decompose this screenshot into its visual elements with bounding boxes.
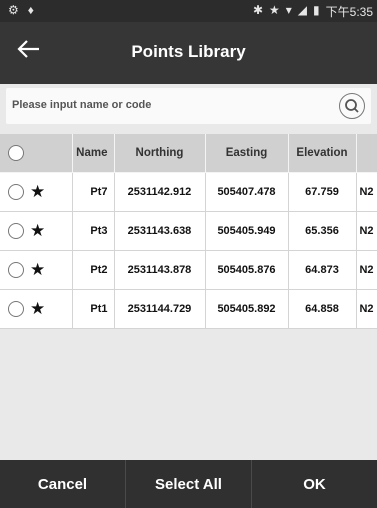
app-bar: Points Library	[0, 22, 377, 84]
select-all-radio[interactable]	[0, 134, 73, 173]
signal-icon: ◢	[297, 3, 308, 17]
cell-elevation: 64.858	[288, 289, 357, 329]
column-header-easting: Easting	[205, 134, 289, 173]
column-header-extra	[356, 134, 377, 173]
status-time: 下午5:35	[325, 5, 373, 19]
search-bar[interactable]: Please input name or code	[6, 88, 371, 124]
cell-extra: N2	[356, 250, 377, 290]
bottom-action-bar: Cancel Select All OK	[0, 460, 377, 508]
table-row[interactable]: ★ Pt3 2531143.638 505405.949 65.356 N2	[0, 211, 377, 251]
wifi-icon: ▾	[285, 3, 292, 17]
cell-name: Pt1	[72, 289, 115, 329]
cell-northing: 2531144.729	[114, 289, 206, 329]
search-input[interactable]: Please input name or code	[12, 99, 151, 111]
star-icon: ★	[30, 260, 46, 279]
cell-extra: N2	[356, 289, 377, 329]
cell-elevation: 64.873	[288, 250, 357, 290]
row-select[interactable]: ★	[0, 250, 73, 290]
star-icon: ★	[30, 182, 46, 201]
bluetooth-icon: ✱	[252, 3, 263, 17]
cell-northing: 2531143.638	[114, 211, 206, 251]
search-icon[interactable]	[339, 93, 365, 119]
cell-easting: 505405.876	[205, 250, 289, 290]
row-select[interactable]: ★	[0, 289, 73, 329]
cell-easting: 505407.478	[205, 172, 289, 212]
row-select[interactable]: ★	[0, 211, 73, 251]
table-header: Name Northing Easting Elevation	[0, 134, 377, 173]
radio-button[interactable]	[8, 301, 24, 317]
cell-name: Pt7	[72, 172, 115, 212]
cell-name: Pt3	[72, 211, 115, 251]
radio-button[interactable]	[8, 262, 24, 278]
star-icon: ★	[30, 299, 46, 318]
cell-easting: 505405.892	[205, 289, 289, 329]
table-row[interactable]: ★ Pt2 2531143.878 505405.876 64.873 N2	[0, 250, 377, 290]
cell-name: Pt2	[72, 250, 115, 290]
star-icon: ★	[30, 221, 46, 240]
settings-icon: ⚙	[8, 3, 19, 17]
cell-extra: N2	[356, 211, 377, 251]
star-icon: ★	[269, 3, 280, 17]
cell-northing: 2531142.912	[114, 172, 206, 212]
location-icon: ♦	[27, 3, 34, 17]
column-header-name: Name	[72, 134, 115, 173]
radio-button[interactable]	[8, 184, 24, 200]
cell-extra: N2	[356, 172, 377, 212]
ok-button[interactable]: OK	[252, 460, 377, 508]
select-all-button[interactable]: Select All	[126, 460, 252, 508]
cancel-button[interactable]: Cancel	[0, 460, 126, 508]
page-title: Points Library	[131, 42, 246, 61]
cell-northing: 2531143.878	[114, 250, 206, 290]
cell-elevation: 65.356	[288, 211, 357, 251]
radio-button[interactable]	[8, 223, 24, 239]
table-row[interactable]: ★ Pt7 2531142.912 505407.478 67.759 N2	[0, 172, 377, 212]
battery-icon: ▮	[313, 3, 320, 17]
cell-easting: 505405.949	[205, 211, 289, 251]
row-select[interactable]: ★	[0, 172, 73, 212]
column-header-elevation: Elevation	[288, 134, 357, 173]
status-bar: ⚙ ♦ ✱ ★ ▾ ◢ ▮ 下午5:35	[0, 0, 377, 22]
points-table: Name Northing Easting Elevation ★ Pt7 25…	[0, 134, 377, 329]
table-row[interactable]: ★ Pt1 2531144.729 505405.892 64.858 N2	[0, 289, 377, 329]
column-header-northing: Northing	[114, 134, 206, 173]
cell-elevation: 67.759	[288, 172, 357, 212]
